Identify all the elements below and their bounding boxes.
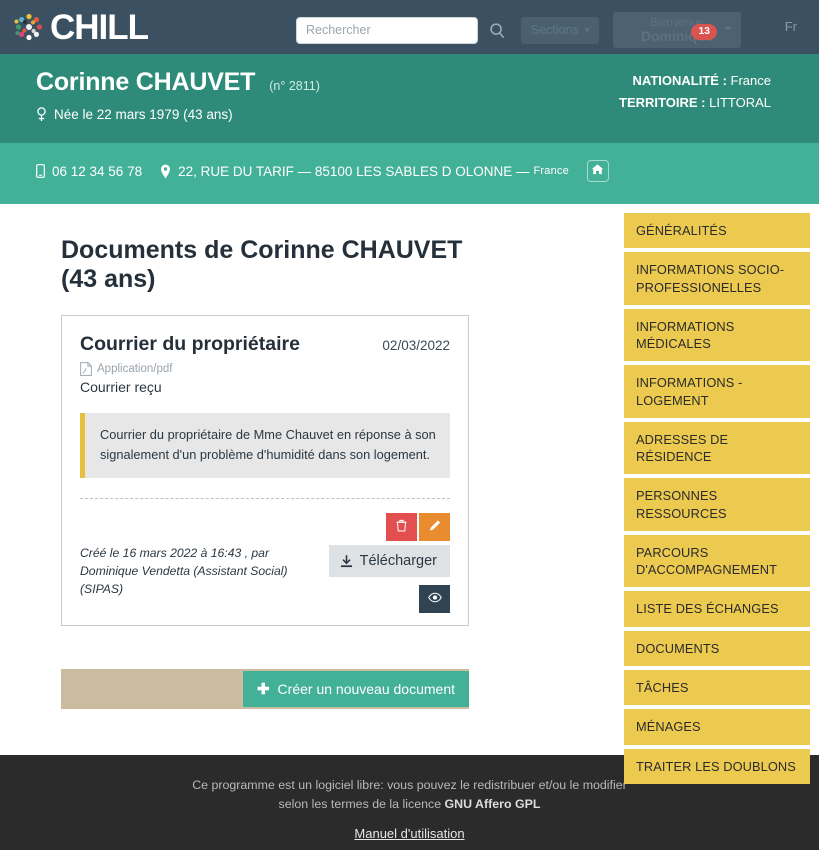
document-card-header: Courrier du propriétaire 02/03/2022 bbox=[80, 333, 450, 356]
sidebar-item-liste-des-echanges[interactable]: LISTE DES ÉCHANGES bbox=[624, 591, 810, 627]
footer-license-name: GNU Affero GPL bbox=[444, 796, 541, 811]
document-action-buttons bbox=[386, 512, 450, 541]
nationality-label: NATIONALITÉ : bbox=[632, 73, 727, 88]
footer-license-line-2: selon les termes de la licence GNU Affer… bbox=[0, 795, 819, 814]
create-button-label: Créer un nouveau document bbox=[277, 680, 455, 697]
top-navigation-bar: CHILL Sections ▾ Bienvenue Dominique 13 … bbox=[0, 0, 819, 54]
nationality-value: France bbox=[730, 73, 771, 88]
edit-document-button[interactable] bbox=[419, 512, 450, 541]
mobile-phone-icon bbox=[36, 164, 45, 178]
person-number: (n° 2811) bbox=[269, 79, 320, 93]
document-subtitle: Courrier reçu bbox=[80, 379, 162, 395]
document-date: 02/03/2022 bbox=[382, 338, 450, 353]
trash-icon bbox=[396, 519, 407, 535]
user-menu-button[interactable]: Bienvenue Dominique 13 bbox=[613, 12, 741, 48]
sidebar-item-traiter-les-doublons[interactable]: TRAITER LES DOUBLONS bbox=[624, 748, 810, 784]
documents-content-column: Documents de Corinne CHAUVET (43 ans) Co… bbox=[0, 204, 608, 709]
sidebar-item-informations-socio-professionelles[interactable]: INFORMATIONS SOCIO-PROFESSIONELLES bbox=[624, 252, 810, 305]
notification-badge: 13 bbox=[691, 24, 717, 40]
footer-license-prefix: selon les termes de la licence bbox=[278, 796, 445, 811]
page-title: Documents de Corinne CHAUVET (43 ans) bbox=[61, 236, 463, 293]
sections-label: Sections bbox=[530, 23, 579, 37]
sections-dropdown-button[interactable]: Sections ▾ bbox=[521, 16, 599, 44]
sidebar-item-informations-medicales[interactable]: INFORMATIONS MÉDICALES bbox=[624, 308, 810, 362]
pdf-file-icon bbox=[80, 362, 92, 376]
sidebar-item-generalites[interactable]: GÉNÉRALITÉS bbox=[624, 213, 810, 249]
document-card-footer: Créé le 16 mars 2022 à 16:43 , par Domin… bbox=[80, 512, 450, 613]
home-icon-button[interactable] bbox=[586, 160, 609, 182]
manual-link[interactable]: Manuel d'utilisation bbox=[354, 826, 464, 841]
person-name: Corinne CHAUVET bbox=[36, 68, 256, 96]
sidebar-item-parcours-accompagnement[interactable]: PARCOURS D'ACCOMPAGNEMENT bbox=[624, 534, 810, 588]
brand-logo-link[interactable]: CHILL bbox=[12, 5, 149, 49]
territory-label: TERRITOIRE : bbox=[619, 95, 706, 110]
document-title: Courrier du propriétaire bbox=[80, 333, 300, 355]
main-content-area: Documents de Corinne CHAUVET (43 ans) Co… bbox=[0, 204, 819, 784]
territory-value: LITTORAL bbox=[709, 95, 771, 110]
language-switcher-link[interactable]: Fr bbox=[785, 19, 797, 34]
document-description: Courrier du propriétaire de Mme Chauvet … bbox=[80, 413, 450, 478]
document-mime-label: Application/pdf bbox=[97, 363, 173, 375]
person-banner-right-info: NATIONALITÉ : France TERRITOIRE : LITTOR… bbox=[619, 73, 771, 117]
plus-icon: ✚ bbox=[256, 680, 270, 698]
phone-item: 06 12 34 56 78 bbox=[36, 164, 142, 179]
phone-number: 06 12 34 56 78 bbox=[52, 163, 143, 179]
chevron-down-icon: ▾ bbox=[584, 24, 590, 35]
card-divider bbox=[80, 497, 450, 499]
create-new-document-button[interactable]: ✚ Créer un nouveau document bbox=[242, 670, 469, 707]
sidebar-item-documents[interactable]: DOCUMENTS bbox=[624, 630, 810, 666]
search-input[interactable] bbox=[296, 16, 478, 44]
sidebar-item-menages[interactable]: MÉNAGES bbox=[624, 709, 810, 745]
download-document-button[interactable]: Télécharger bbox=[328, 544, 450, 577]
document-mime-row: Application/pdf bbox=[80, 362, 450, 376]
territory-row: TERRITOIRE : LITTORAL bbox=[619, 95, 771, 110]
address-text: 22, RUE DU TARIF — 85100 LES SABLES D OL… bbox=[178, 163, 530, 179]
person-contact-banner: 06 12 34 56 78 22, RUE DU TARIF — 85100 … bbox=[0, 143, 819, 199]
create-document-bar: ✚ Créer un nouveau document bbox=[61, 668, 469, 709]
brand-name: CHILL bbox=[50, 7, 149, 47]
sidebar-item-informations-logement[interactable]: INFORMATIONS - LOGEMENT bbox=[624, 365, 810, 418]
sidebar-item-taches[interactable]: TÂCHES bbox=[624, 669, 810, 706]
sidebar-item-adresses-de-residence[interactable]: ADRESSES DE RÉSIDENCE bbox=[624, 421, 810, 475]
nav-center-group: Sections ▾ Bienvenue Dominique 13 bbox=[296, 12, 741, 48]
person-header-banner: Corinne CHAUVET (n° 2811) Née le 22 mars… bbox=[0, 54, 819, 143]
view-document-button[interactable] bbox=[419, 584, 450, 613]
person-birth-text: Née le 22 mars 1979 (43 ans) bbox=[54, 107, 233, 122]
address-country: France bbox=[533, 165, 569, 177]
download-button-label: Télécharger bbox=[359, 552, 437, 569]
person-section-sidebar: GÉNÉRALITÉS INFORMATIONS SOCIO-PROFESSIO… bbox=[624, 213, 810, 788]
home-icon bbox=[591, 163, 604, 179]
search-icon[interactable] bbox=[487, 19, 507, 41]
sidebar-item-personnes-ressources[interactable]: PERSONNES RESSOURCES bbox=[624, 478, 810, 531]
chevron-down-icon bbox=[724, 27, 732, 31]
delete-document-button[interactable] bbox=[386, 512, 417, 541]
pencil-icon bbox=[429, 519, 441, 535]
address-item: 22, RUE DU TARIF — 85100 LES SABLES D OL… bbox=[160, 164, 569, 179]
eye-icon bbox=[427, 591, 442, 606]
nationality-row: NATIONALITÉ : France bbox=[619, 73, 771, 88]
download-icon bbox=[340, 554, 353, 568]
document-creation-meta: Créé le 16 mars 2022 à 16:43 , par Domin… bbox=[80, 545, 288, 597]
female-gender-icon bbox=[36, 107, 47, 122]
chill-pinwheel-logo-icon bbox=[12, 10, 46, 44]
document-card: Courrier du propriétaire 02/03/2022 Appl… bbox=[61, 315, 469, 626]
map-marker-icon bbox=[160, 164, 171, 179]
